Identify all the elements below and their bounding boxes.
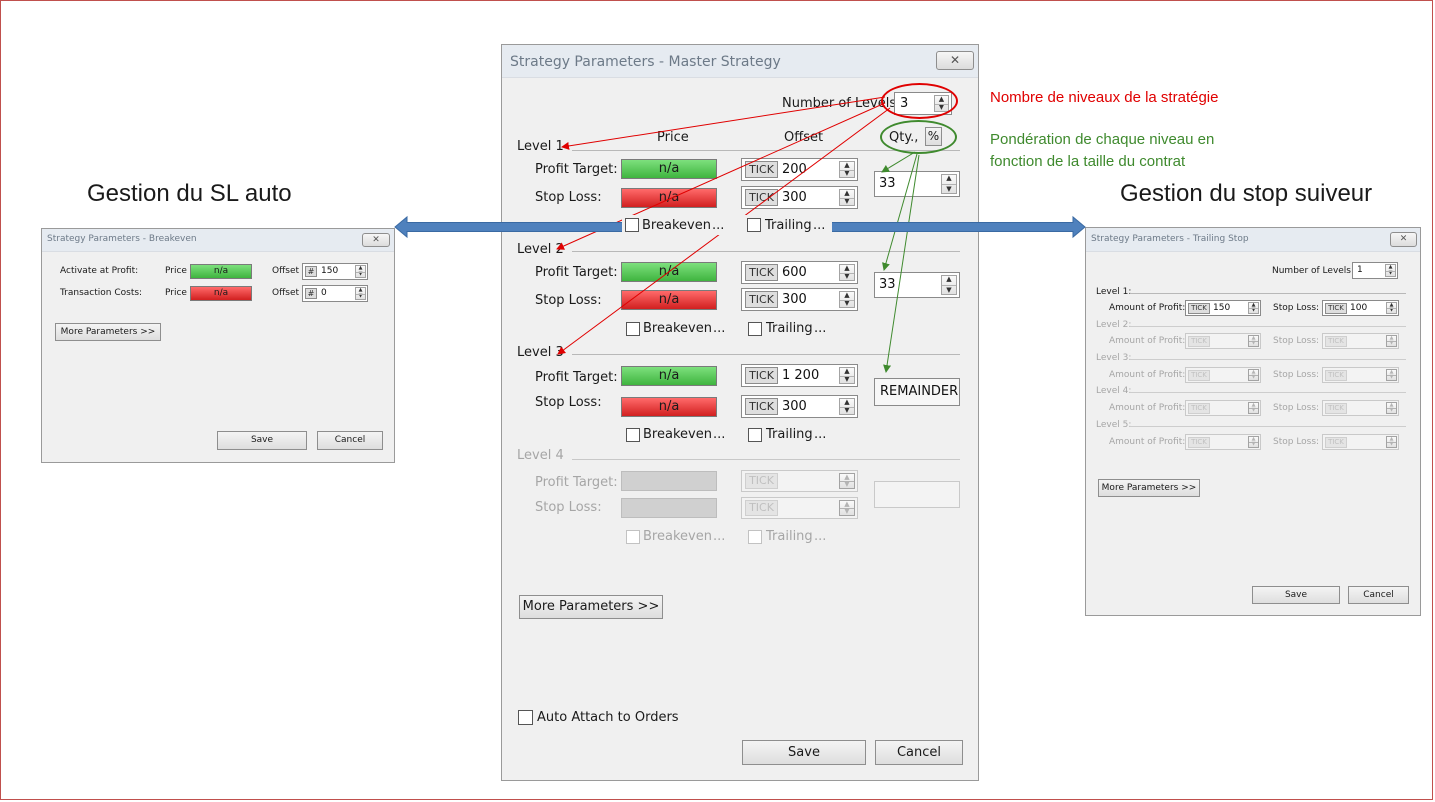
level-1-breakeven-checkbox-overlay[interactable] (625, 218, 639, 232)
level-1-breakeven-label-overlay: Breakeven (642, 218, 711, 233)
green-arrow-qty-2 (882, 153, 918, 271)
red-arrow-level-1 (561, 96, 886, 150)
weight-annotation-line-1: Pondération de chaque niveau en (990, 131, 1215, 148)
level-1-trailing-more-overlay[interactable]: ... (813, 218, 825, 233)
level-1-breakeven-more-overlay[interactable]: ... (712, 218, 724, 233)
levels-annotation: Nombre de niveaux de la stratégie (990, 89, 1219, 106)
green-arrow-qty-3 (883, 154, 920, 373)
level-1-trailing-checkbox-overlay[interactable] (747, 218, 761, 232)
weight-annotation-line-2: fonction de la taille du contrat (990, 153, 1186, 170)
green-arrow-qty-1 (881, 151, 916, 173)
qty-highlight-ellipse (880, 120, 957, 154)
levels-highlight-ellipse (881, 83, 958, 119)
annotation-overlay (394, 96, 1086, 373)
level-1-trailing-label-overlay: Trailing (765, 218, 812, 233)
